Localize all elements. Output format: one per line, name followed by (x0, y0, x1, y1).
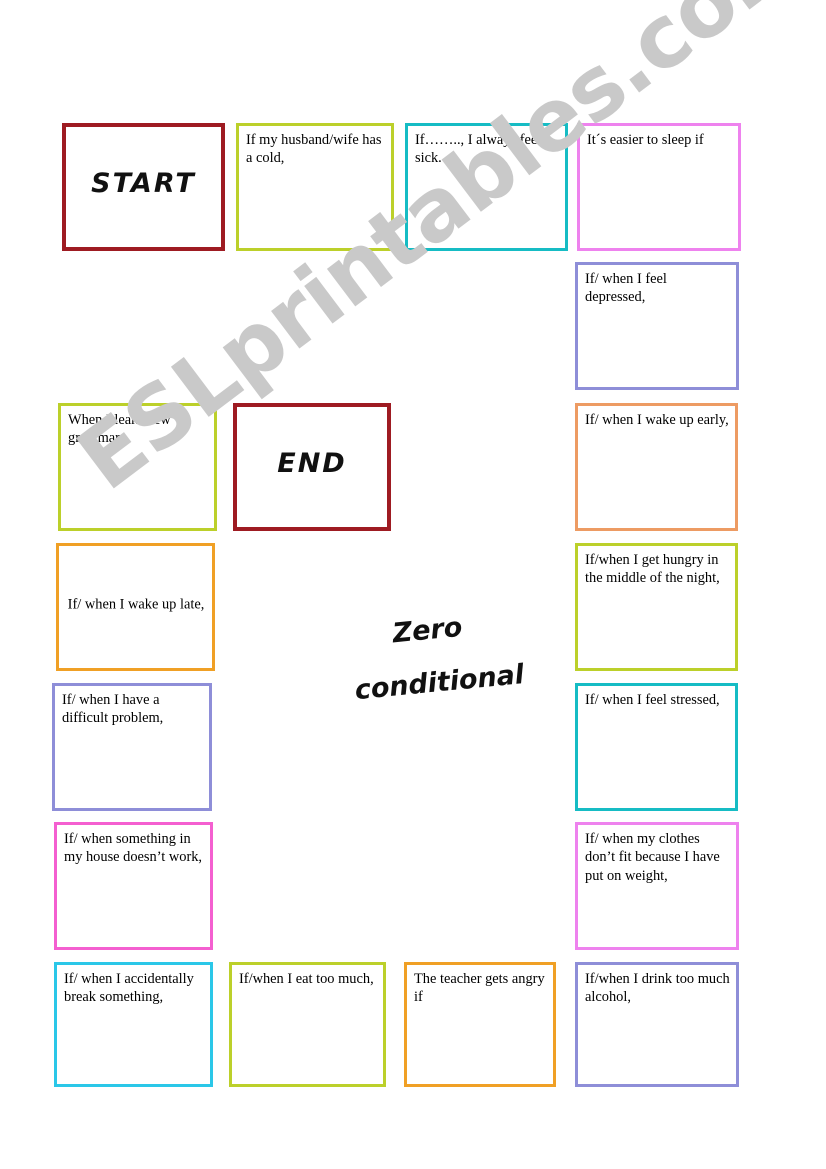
board-cell-09[interactable]: If/when I drink too much alcohol, (575, 962, 739, 1087)
board-cell-13[interactable]: If/ when something in my house doesn’t w… (54, 822, 213, 950)
board-cell-04[interactable]: If/ when I feel depressed, (575, 262, 739, 390)
board-cell-10-label: The teacher gets angry if (414, 971, 545, 1006)
board-cell-02[interactable]: If…….., I always feel sick. (405, 123, 568, 251)
board-cell-03-label: It´s easier to sleep if (587, 132, 704, 148)
board-cell-14-label: If/ when I have a difficult problem, (62, 692, 164, 727)
board-title-line-1: Zero (391, 611, 464, 650)
board-cell-07[interactable]: If/ when I feel stressed, (575, 683, 738, 811)
board-cell-start[interactable]: START (62, 123, 225, 251)
board-cell-03[interactable]: It´s easier to sleep if (577, 123, 741, 251)
board-cell-04-label: If/ when I feel depressed, (585, 271, 667, 306)
board-cell-14[interactable]: If/ when I have a difficult problem, (52, 683, 212, 811)
board-cell-01-label: If my husband/wife has a cold, (246, 132, 382, 167)
board-cell-08-label: If/ when my clothes don’t fit because I … (585, 831, 720, 884)
board-cell-15-label: If/ when I wake up late, (67, 596, 205, 613)
board-cell-12[interactable]: If/ when I accidentally break something, (54, 962, 213, 1087)
board-cell-end-label: END (277, 447, 347, 479)
board-cell-11-label: If/when I eat too much, (239, 971, 374, 987)
board-cell-16[interactable]: When I learn new grammar, (58, 403, 217, 531)
board-cell-13-label: If/ when something in my house doesn’t w… (64, 831, 203, 866)
board-cell-09-label: If/when I drink too much alcohol, (585, 971, 730, 1006)
board-cell-05-label: If/ when I wake up early, (585, 412, 729, 428)
board-cell-16-label: When I learn new grammar, (68, 412, 171, 447)
board-cell-start-label: START (91, 167, 196, 199)
board-cell-end[interactable]: END (233, 403, 391, 531)
board-cell-08[interactable]: If/ when my clothes don’t fit because I … (575, 822, 739, 950)
board-cell-06[interactable]: If/when I get hungry in the middle of th… (575, 543, 738, 671)
board-cell-10[interactable]: The teacher gets angry if (404, 962, 556, 1087)
board-cell-11[interactable]: If/when I eat too much, (229, 962, 386, 1087)
board-cell-05[interactable]: If/ when I wake up early, (575, 403, 738, 531)
board-title-line-2: conditional (353, 658, 526, 706)
board-cell-12-label: If/ when I accidentally break something, (64, 971, 194, 1006)
board-cell-02-label: If…….., I always feel sick. (415, 132, 542, 167)
board-cell-07-label: If/ when I feel stressed, (585, 692, 720, 708)
worksheet-page: START If my husband/wife has a cold, If…… (0, 0, 826, 1169)
board-cell-15[interactable]: If/ when I wake up late, (56, 543, 215, 671)
board-cell-06-label: If/when I get hungry in the middle of th… (585, 552, 720, 587)
board-cell-01[interactable]: If my husband/wife has a cold, (236, 123, 394, 251)
board-title: Zero conditional (306, 594, 555, 722)
